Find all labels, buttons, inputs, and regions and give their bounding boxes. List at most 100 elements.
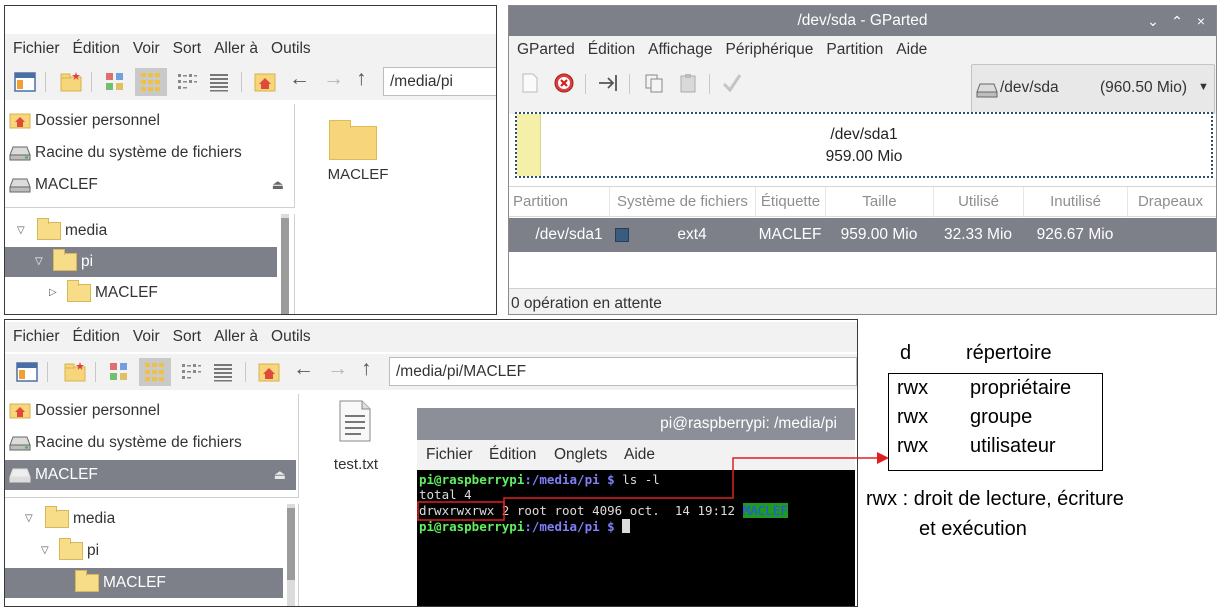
terminal-output[interactable]: pi@raspberrypi:/media/pi $ ls -l total 4…: [417, 470, 855, 606]
toolbar-separator: [709, 74, 710, 94]
expander-icon[interactable]: ▷: [49, 278, 57, 308]
tree-node-pi[interactable]: ▽ pi: [5, 247, 277, 277]
place-home[interactable]: Dossier personnel: [5, 106, 294, 136]
paste-icon[interactable]: [677, 72, 699, 94]
permission-code-owner: rwx: [897, 377, 929, 399]
menu-onglets[interactable]: Onglets: [554, 446, 607, 464]
expander-icon[interactable]: ▽: [25, 504, 33, 534]
new-folder-icon[interactable]: [59, 70, 83, 94]
thumbnail-view-button[interactable]: [139, 358, 171, 386]
column-used[interactable]: Utilisé: [933, 187, 1023, 217]
menu-outils[interactable]: Outils: [271, 40, 311, 58]
eject-icon[interactable]: ⏏: [272, 170, 284, 200]
menu-fichier[interactable]: Fichier: [13, 40, 60, 58]
table-header: Partition Système de fichiers Étiquette …: [509, 187, 1216, 217]
menu-fichier[interactable]: Fichier: [426, 446, 473, 464]
forward-arrow-icon[interactable]: →: [327, 357, 348, 381]
permission-code-user: rwx: [897, 435, 929, 457]
tree-node-media[interactable]: ▽ media: [5, 504, 287, 534]
new-window-icon[interactable]: [13, 70, 37, 94]
icon-view-icon[interactable]: [107, 360, 131, 384]
home-icon[interactable]: [253, 70, 277, 94]
terminal-cursor: [622, 519, 631, 533]
thumbnail-view-button[interactable]: [135, 68, 167, 96]
partition-map-size: 959.00 Mio: [825, 148, 903, 165]
menu-fichier[interactable]: Fichier: [13, 328, 60, 346]
expander-icon[interactable]: ▽: [35, 247, 43, 277]
menu-aide[interactable]: Aide: [624, 446, 655, 464]
new-folder-icon[interactable]: [63, 360, 87, 384]
prompt-user: pi@raspberrypi: [419, 519, 525, 534]
maximize-icon[interactable]: ⌃: [1166, 6, 1188, 36]
device-selector[interactable]: /dev/sda (960.50 Mio) ▼: [971, 64, 1215, 114]
tree-node-maclef[interactable]: ▷ MACLEF: [5, 278, 285, 308]
tree-node-media[interactable]: ▽ media: [5, 216, 285, 246]
column-unused[interactable]: Inutilisé: [1023, 187, 1127, 217]
expander-icon[interactable]: ▽: [17, 216, 25, 246]
menu-aller-a[interactable]: Aller à: [214, 40, 258, 58]
menu-edition[interactable]: Édition: [73, 40, 120, 58]
tree-node-maclef[interactable]: MACLEF: [5, 568, 283, 598]
place-root[interactable]: Racine du système de fichiers: [5, 138, 294, 168]
column-partition[interactable]: Partition: [509, 187, 577, 217]
compact-view-icon[interactable]: [179, 360, 203, 384]
apply-icon[interactable]: [721, 72, 743, 94]
menu-edition[interactable]: Édition: [73, 328, 120, 346]
dropdown-arrow-icon: ▼: [1198, 81, 1209, 93]
eject-icon[interactable]: ⏏: [274, 460, 286, 490]
menu-edition[interactable]: Édition: [489, 446, 536, 464]
path-bar-input[interactable]: /media/pi/MACLEF: [389, 357, 857, 386]
place-root[interactable]: Racine du système de fichiers: [5, 428, 298, 458]
menu-aller-a[interactable]: Aller à: [214, 328, 258, 346]
back-arrow-icon[interactable]: ←: [289, 67, 310, 91]
file-item-label[interactable]: test.txt: [315, 456, 397, 473]
list-view-icon[interactable]: [211, 360, 235, 384]
path-bar-input[interactable]: /media/pi: [383, 67, 496, 96]
menu-peripherique[interactable]: Périphérique: [726, 41, 814, 59]
place-maclef[interactable]: MACLEF ⏏: [5, 460, 296, 490]
home-icon[interactable]: [257, 360, 281, 384]
back-arrow-icon[interactable]: ←: [293, 357, 314, 381]
up-arrow-icon[interactable]: ↑: [361, 357, 372, 381]
folder-item-label[interactable]: MACLEF: [313, 166, 403, 183]
delete-icon[interactable]: [553, 72, 575, 94]
text-file-icon[interactable]: [337, 400, 373, 442]
place-home[interactable]: Dossier personnel: [5, 396, 298, 426]
folder-icon[interactable]: [329, 120, 377, 160]
column-label[interactable]: Étiquette: [755, 187, 825, 217]
new-partition-icon[interactable]: [519, 72, 541, 94]
up-arrow-icon[interactable]: ↑: [356, 67, 367, 91]
close-icon[interactable]: ×: [1190, 6, 1212, 36]
expander-icon[interactable]: ▽: [41, 536, 49, 566]
tree-scrollbar-thumb[interactable]: [287, 508, 295, 580]
menu-aide[interactable]: Aide: [896, 41, 927, 59]
menu-affichage[interactable]: Affichage: [648, 41, 712, 59]
tree-node-label: MACLEF: [103, 574, 166, 591]
menu-partition[interactable]: Partition: [826, 41, 883, 59]
resize-move-icon[interactable]: [597, 72, 619, 94]
menu-voir[interactable]: Voir: [133, 40, 160, 58]
partition-map[interactable]: /dev/sda1 959.00 Mio: [515, 112, 1213, 178]
copy-icon[interactable]: [643, 72, 665, 94]
tree-node-pi[interactable]: ▽ pi: [5, 536, 287, 566]
compact-view-icon[interactable]: [175, 70, 199, 94]
new-window-icon[interactable]: [15, 360, 39, 384]
menu-sort[interactable]: Sort: [173, 328, 201, 346]
menu-outils[interactable]: Outils: [271, 328, 311, 346]
column-filesystem[interactable]: Système de fichiers: [609, 187, 755, 217]
partition-table: Partition Système de fichiers Étiquette …: [509, 186, 1216, 286]
minimize-icon[interactable]: ⌄: [1142, 6, 1164, 36]
menu-sort[interactable]: Sort: [173, 40, 201, 58]
menu-gparted[interactable]: GParted: [517, 41, 575, 59]
column-size[interactable]: Taille: [825, 187, 933, 217]
tree-scrollbar-thumb[interactable]: [281, 218, 289, 314]
forward-arrow-icon[interactable]: →: [323, 67, 344, 91]
place-maclef[interactable]: MACLEF ⏏: [5, 170, 294, 200]
column-flags[interactable]: Drapeaux: [1127, 187, 1213, 217]
list-view-icon[interactable]: [207, 70, 231, 94]
menu-voir[interactable]: Voir: [133, 328, 160, 346]
menu-edition[interactable]: Édition: [588, 41, 635, 59]
table-row[interactable]: /dev/sda1 ext4 MACLEF 959.00 Mio 32.33 M…: [509, 218, 1216, 252]
annotation-note-line1: rwx : droit de lecture, écriture: [866, 488, 1124, 510]
icon-view-icon[interactable]: [103, 70, 127, 94]
